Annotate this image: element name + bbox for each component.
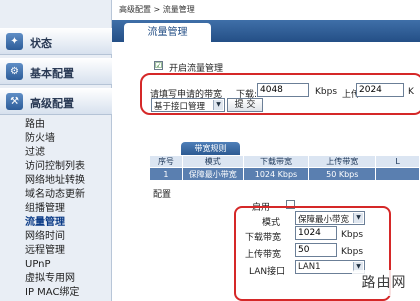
sidebar-section-label: 高级配置 (30, 97, 74, 110)
bandwidth-list-tab[interactable]: 带宽规则 (181, 142, 240, 155)
table-row[interactable]: 1 保障最小带宽 1024 Kbps 50 Kbps (149, 167, 420, 181)
screen: ✦ 状态 ⚙ 基本配置 ⚒ 高级配置 路由 防火墙 过滤 访问控制列表 网络地址… (0, 0, 420, 301)
column-header: 下载带宽 (242, 155, 310, 168)
sidebar-section-label: 基本配置 (30, 67, 74, 80)
column-header: 上传带宽 (308, 155, 377, 168)
config-heading: 配置 (153, 190, 172, 200)
sidebar-item-upnp[interactable]: UPnP (25, 259, 51, 271)
rule-mode-select[interactable]: 保障最小带宽 ▼ (295, 211, 365, 225)
table-cell: 1024 Kbps (242, 167, 310, 181)
download-unit: Kbps (315, 87, 338, 97)
watermark-text: 路由网 (361, 275, 407, 291)
table-header-row: 序号 模式 下载带宽 上传带宽 L (149, 155, 420, 168)
sidebar-item-nat[interactable]: 网络地址转换 (25, 175, 85, 187)
sidebar-section-basic-config[interactable]: ⚙ 基本配置 (0, 58, 112, 85)
management-mode-select[interactable]: 基于接口管理 ▼ (151, 98, 225, 112)
table-cell: 1 (149, 167, 183, 181)
sidebar-section-status[interactable]: ✦ 状态 (0, 28, 112, 55)
rule-upload-unit: Kbps (341, 247, 364, 257)
sidebar-section-label: 状态 (30, 37, 52, 50)
sidebar-item-vpn[interactable]: 虚拟专用网 (25, 273, 75, 285)
management-mode-value: 基于接口管理 (154, 102, 206, 112)
tools-icon: ⚒ (6, 93, 23, 110)
sidebar: ✦ 状态 ⚙ 基本配置 ⚒ 高级配置 路由 防火墙 过滤 访问控制列表 网络地址… (0, 0, 112, 301)
table-cell (375, 167, 420, 181)
mode-label: 模式 (262, 218, 281, 228)
submit-button[interactable]: 提 交 (227, 98, 263, 112)
rule-upload-input[interactable] (295, 243, 337, 257)
column-header: 序号 (149, 155, 183, 168)
bandwidth-table: 序号 模式 下载带宽 上传带宽 L 1 保障最小带宽 1024 Kbps 50 … (149, 155, 420, 181)
chevron-down-icon: ▼ (353, 213, 363, 223)
chevron-down-icon: ▼ (213, 100, 223, 110)
watermark-logo: 路由网 (352, 270, 416, 296)
sidebar-item-firewall[interactable]: 防火墙 (25, 133, 55, 145)
upload-unit: K (408, 87, 414, 97)
status-icon: ✦ (6, 33, 23, 50)
main-panel: ☑ 开启流量管理 请填写申请的带宽 下载: Kbps 上传: K 基于接口管理 … (112, 42, 420, 301)
sidebar-item-traffic-management[interactable]: 流量管理 (25, 217, 65, 229)
sidebar-item-filter[interactable]: 过滤 (25, 147, 45, 159)
title-bar: 流量管理 (112, 20, 420, 42)
download-bandwidth-input[interactable] (257, 83, 309, 97)
sidebar-item-acl[interactable]: 访问控制列表 (25, 161, 85, 173)
rule-download-unit: Kbps (341, 230, 364, 240)
sidebar-item-ip-mac-binding[interactable]: IP MAC绑定 (25, 287, 79, 299)
tab-traffic-management[interactable]: 流量管理 (124, 23, 211, 42)
sidebar-item-multicast[interactable]: 组播管理 (25, 203, 65, 215)
rule-download-label: 下载带宽 (245, 233, 282, 243)
sidebar-section-advanced-config[interactable]: ⚒ 高级配置 (0, 88, 112, 115)
top-bar: 高级配置 > 流量管理 (112, 0, 420, 20)
column-header: L (375, 155, 420, 168)
lan-interface-value: LAN1 (298, 262, 321, 272)
rule-download-input[interactable] (295, 226, 337, 240)
sidebar-item-routing[interactable]: 路由 (25, 119, 45, 131)
upload-bandwidth-input[interactable] (356, 83, 404, 97)
sidebar-item-remote-management[interactable]: 远程管理 (25, 245, 65, 257)
breadcrumb: 高级配置 > 流量管理 (119, 5, 195, 14)
rule-mode-value: 保障最小带宽 (298, 215, 350, 225)
table-cell: 保障最小带宽 (181, 167, 244, 181)
table-cell: 50 Kbps (308, 167, 377, 181)
sidebar-item-network-time[interactable]: 网络时间 (25, 231, 65, 243)
sidebar-item-ddns[interactable]: 域名动态更新 (25, 189, 85, 201)
gear-icon: ⚙ (6, 63, 23, 80)
enable-traffic-checkbox[interactable]: ☑ (154, 61, 163, 70)
column-header: 模式 (181, 155, 244, 168)
lan-interface-label: LAN接口 (249, 267, 286, 277)
rule-upload-label: 上传带宽 (245, 250, 282, 260)
